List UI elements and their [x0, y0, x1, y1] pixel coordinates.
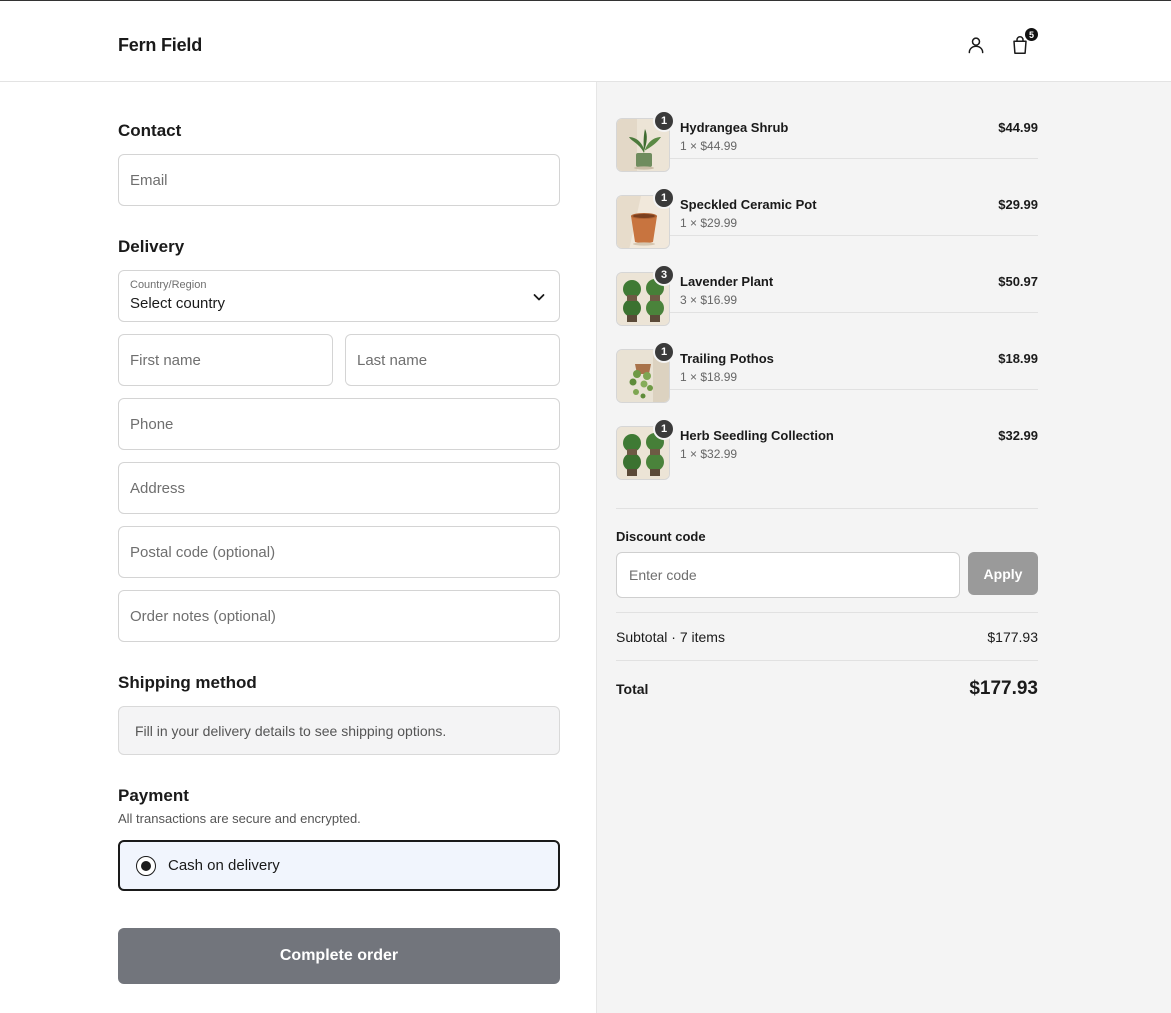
order-notes-field[interactable]	[118, 590, 560, 642]
account-button[interactable]	[964, 33, 988, 57]
country-value: Select country	[130, 295, 226, 312]
address-field[interactable]	[118, 462, 560, 514]
summary-divider	[616, 612, 1038, 613]
email-input[interactable]	[119, 155, 559, 205]
cart-item: 1 Hydrangea Shrub 1 × $44.99 $44.99	[616, 82, 1038, 172]
quantity-badge: 1	[653, 110, 675, 132]
complete-order-button[interactable]: Complete order	[118, 928, 560, 984]
total-row: Total $177.93	[616, 678, 1038, 700]
cart-button[interactable]: 5	[1008, 27, 1039, 57]
user-icon	[968, 37, 984, 54]
item-unit-price: 3 × $16.99	[680, 293, 738, 307]
quantity-badge: 1	[653, 341, 675, 363]
postal-code-field[interactable]	[118, 526, 560, 578]
discount-label: Discount code	[616, 529, 706, 544]
subtotal-label: Subtotal · 7 items	[616, 629, 725, 645]
total-label: Total	[616, 681, 649, 697]
last-name-field[interactable]	[345, 334, 560, 386]
last-name-input[interactable]	[346, 335, 559, 385]
item-unit-price: 1 × $32.99	[680, 447, 738, 461]
cart-item: 3 Lavender Plant 3 × $16.99 $50.97	[616, 236, 1038, 326]
cart-item: 1 Speckled Ceramic Pot 1 × $29.99 $29.99	[616, 159, 1038, 249]
item-name: Speckled Ceramic Pot	[680, 197, 817, 212]
item-unit-price: 1 × $18.99	[680, 370, 738, 384]
subtotal-value: $177.93	[987, 629, 1038, 645]
discount-code-field[interactable]	[616, 552, 960, 598]
phone-input[interactable]	[119, 399, 559, 449]
first-name-field[interactable]	[118, 334, 333, 386]
shipping-title: Shipping method	[118, 673, 257, 692]
item-total-price: $44.99	[998, 120, 1038, 135]
cart-item: 1 Herb Seedling Collection 1 × $32.99 $3…	[616, 390, 1038, 480]
payment-option-label: Cash on delivery	[168, 857, 280, 874]
shipping-message: Fill in your delivery details to see shi…	[118, 706, 560, 755]
apply-discount-button[interactable]: Apply	[968, 552, 1038, 595]
cart-item: 1 Trailing Pothos 1 × $18.99 $18.99	[616, 313, 1038, 403]
contact-title: Contact	[118, 121, 182, 140]
country-label: Country/Region	[130, 279, 207, 291]
subtotal-row: Subtotal · 7 items $177.93	[616, 629, 1038, 645]
summary-divider	[616, 508, 1038, 509]
item-unit-price: 1 × $29.99	[680, 216, 738, 230]
item-name: Trailing Pothos	[680, 351, 774, 366]
chevron-down-icon	[533, 294, 545, 301]
address-input[interactable]	[119, 463, 559, 513]
item-total-price: $18.99	[998, 351, 1038, 366]
item-name: Herb Seedling Collection	[680, 428, 834, 443]
country-select[interactable]: Country/Region Select country	[118, 270, 560, 322]
postal-code-input[interactable]	[119, 527, 559, 577]
payment-title: Payment	[118, 786, 189, 805]
item-total-price: $29.99	[998, 197, 1038, 212]
total-value: $177.93	[969, 678, 1038, 699]
brand-logo[interactable]: Fern Field	[118, 35, 202, 56]
payment-subtitle: All transactions are secure and encrypte…	[118, 811, 361, 826]
summary-divider	[616, 660, 1038, 661]
site-header: Fern Field 5	[0, 1, 1171, 82]
discount-code-input[interactable]	[617, 553, 959, 597]
delivery-title: Delivery	[118, 237, 185, 256]
item-unit-price: 1 × $44.99	[680, 139, 738, 153]
quantity-badge: 1	[653, 187, 675, 209]
radio-dot	[141, 860, 151, 871]
cart-count-badge: 5	[1024, 27, 1039, 42]
item-total-price: $50.97	[998, 274, 1038, 289]
item-total-price: $32.99	[998, 428, 1038, 443]
payment-option-cod[interactable]: Cash on delivery	[118, 840, 560, 891]
item-name: Hydrangea Shrub	[680, 120, 789, 135]
radio-selected[interactable]	[136, 855, 156, 876]
quantity-badge: 3	[653, 264, 675, 286]
order-notes-input[interactable]	[119, 591, 559, 641]
email-field[interactable]	[118, 154, 560, 206]
quantity-badge: 1	[653, 418, 675, 440]
first-name-input[interactable]	[119, 335, 332, 385]
phone-field[interactable]	[118, 398, 560, 450]
item-name: Lavender Plant	[680, 274, 774, 289]
